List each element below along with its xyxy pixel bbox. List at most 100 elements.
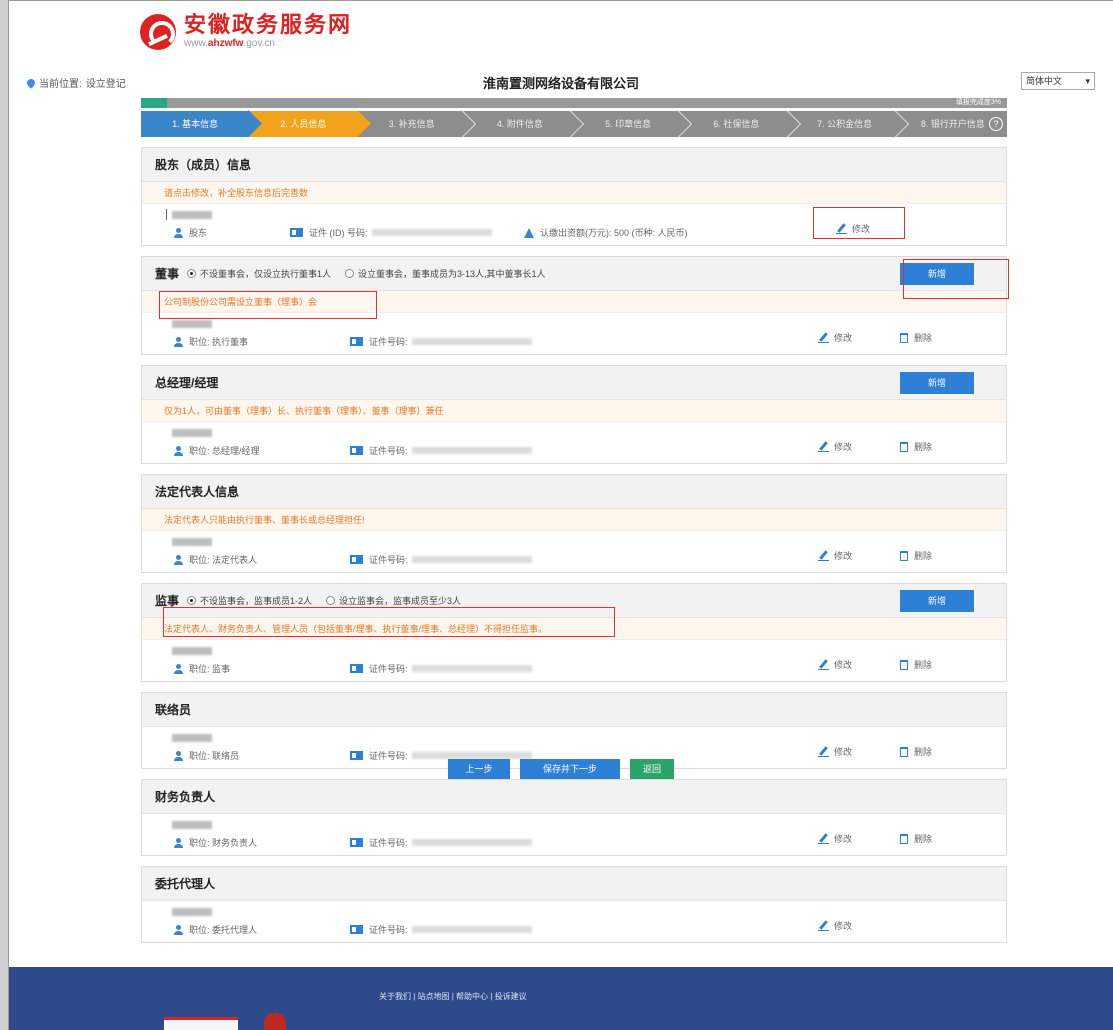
radio-no-board-of-supervisors[interactable] (187, 596, 197, 605)
person-icon (174, 336, 183, 347)
edit-button[interactable]: 修改 (818, 832, 852, 845)
progress-bar: 填报完成度3% (141, 98, 1007, 108)
edit-icon (818, 920, 829, 931)
section-title: 财务负责人 (155, 790, 216, 804)
section-note: 法定代表人只能由执行董事、董事长或总经理担任! (142, 509, 1006, 531)
list-item: 股东 证件 (ID) 号码: 认缴出资额(万元): 500 (币种: 人民币) … (142, 204, 1006, 245)
section-note: 仅为1人，可由董事（理事）长、执行董事（理事）、董事（理事）兼任 (142, 400, 1006, 422)
person-name-redacted (172, 538, 212, 546)
trash-icon (900, 833, 908, 844)
edit-icon (818, 746, 829, 757)
step-personnel-info[interactable]: 2. 人员信息 (249, 111, 358, 137)
company-name: 淮南置测网络设备有限公司 (482, 76, 639, 91)
section-note: 请点击修改，补全股东信息后完善数 (142, 182, 1006, 204)
edit-button[interactable]: 修改 (818, 919, 852, 932)
save-and-next-button[interactable]: 保存并下一步 (520, 759, 620, 779)
radio-board[interactable] (345, 269, 355, 278)
section-liaison: 联络员 职位: 联络员 证件号码: 修改 删除 (141, 692, 1007, 769)
person-icon (174, 445, 183, 456)
section-title: 法定代表人信息 (155, 485, 240, 499)
edit-button[interactable]: 修改 (818, 331, 852, 344)
section-title: 董事 (155, 267, 180, 281)
footer-links[interactable]: 关于我们 | 站点地图 | 帮助中心 | 投诉建议 (379, 991, 527, 1002)
step-housing-fund-info[interactable]: 7. 公积金信息 (791, 111, 899, 137)
edit-icon (818, 332, 829, 343)
footer-badge-emblem[interactable] (264, 1013, 286, 1030)
delete-button[interactable]: 删除 (900, 832, 932, 845)
back-button[interactable]: 返回 (630, 759, 674, 779)
footer-badge-gov[interactable] (164, 1017, 238, 1030)
list-item: 职位: 监事 证件号码: 修改 删除 (142, 640, 1006, 681)
delete-button[interactable]: 删除 (900, 745, 932, 758)
section-title: 监事 (155, 594, 180, 608)
delete-button[interactable]: 删除 (900, 549, 932, 562)
step-attachment-info[interactable]: 4. 附件信息 (466, 111, 574, 137)
edit-icon (818, 441, 829, 452)
delete-button[interactable]: 删除 (900, 331, 932, 344)
edit-button[interactable]: 修改 (818, 745, 852, 758)
section-authorized-agent: 委托代理人 职位: 委托代理人 证件号码: 修改 (141, 866, 1007, 943)
progress-label: 填报完成度3% (955, 99, 1001, 106)
supervisor-mode-radio: 不设监事会，监事成员1-2人 设立监事会，监事成员至少3人 (187, 594, 461, 607)
section-shareholder: 股东（成员）信息 请点击修改，补全股东信息后完善数 股东 证件 (ID) 号码:… (141, 147, 1007, 246)
help-icon[interactable]: ? (989, 117, 1003, 131)
person-name-redacted (172, 211, 212, 219)
trash-icon (900, 659, 908, 670)
edit-icon (818, 833, 829, 844)
step-supplementary-info[interactable]: 3. 补充信息 (358, 111, 466, 137)
edit-icon (836, 223, 847, 234)
edit-button[interactable]: 修改 (818, 440, 852, 453)
step-nav: 1. 基本信息 2. 人员信息 3. 补充信息 4. 附件信息 5. 印章信息 … (141, 111, 1007, 137)
trash-icon (900, 550, 908, 561)
delete-button[interactable]: 删除 (900, 440, 932, 453)
person-name-redacted (172, 908, 212, 916)
person-icon (174, 663, 183, 674)
radio-no-board[interactable] (187, 269, 197, 278)
step-basic-info[interactable]: 1. 基本信息 (141, 111, 250, 137)
section-finance-officer: 财务负责人 职位: 财务负责人 证件号码: 修改 删除 (141, 779, 1007, 856)
edit-button[interactable]: 修改 (818, 658, 852, 671)
personnel-form: 股东（成员）信息 请点击修改，补全股东信息后完善数 股东 证件 (ID) 号码:… (141, 147, 1009, 953)
add-director-button[interactable]: 新增 (900, 263, 974, 285)
edit-icon (818, 659, 829, 670)
person-icon (174, 227, 183, 238)
step-bank-account-info[interactable]: 8. 银行开户信息? (899, 111, 1007, 137)
form-actions: 上一步 保存并下一步 返回 (9, 759, 1113, 779)
prev-step-button[interactable]: 上一步 (448, 759, 510, 779)
section-supervisor: 监事 不设监事会，监事成员1-2人 设立监事会，监事成员至少3人 新增 法定代表… (141, 583, 1007, 682)
section-title: 总经理/经理 (155, 376, 219, 390)
radio-board-of-supervisors[interactable] (326, 596, 336, 605)
trash-icon (900, 332, 908, 343)
id-card-icon (350, 337, 363, 346)
edit-button[interactable]: 修改 (836, 222, 870, 235)
trash-icon (900, 441, 908, 452)
site-header: 安徽政务服务网 www.ahzwfw.gov.cn (9, 1, 1113, 65)
delete-button[interactable]: 删除 (900, 658, 932, 671)
step-social-security-info[interactable]: 6. 社保信息 (682, 111, 790, 137)
id-card-icon (350, 664, 363, 673)
list-item: 职位: 执行董事 证件号码: 修改 删除 (142, 313, 1006, 354)
add-supervisor-button[interactable]: 新增 (900, 590, 974, 612)
trash-icon (900, 746, 908, 757)
step-seal-info[interactable]: 5. 印章信息 (574, 111, 682, 137)
list-item: 职位: 法定代表人 证件号码: 修改 删除 (142, 531, 1006, 572)
person-name-redacted (172, 821, 212, 829)
progress-fill (141, 98, 167, 108)
site-footer: 关于我们 | 站点地图 | 帮助中心 | 投诉建议 (9, 967, 1113, 1030)
section-note: 公司制股份公司需设立董事（理事）会 (142, 291, 1006, 313)
section-legal-representative: 法定代表人信息 法定代表人只能由执行董事、董事长或总经理担任! 职位: 法定代表… (141, 474, 1007, 573)
section-title: 股东（成员）信息 (155, 158, 252, 172)
section-title: 联络员 (155, 703, 192, 717)
edit-icon (818, 550, 829, 561)
add-manager-button[interactable]: 新增 (900, 372, 974, 394)
language-select[interactable]: 简体中文 ▾ (1021, 72, 1095, 90)
site-logo[interactable]: 安徽政务服务网 www.ahzwfw.gov.cn (140, 13, 352, 50)
person-name-redacted (172, 734, 212, 742)
list-item: 职位: 委托代理人 证件号码: 修改 (142, 901, 1006, 942)
person-name-redacted (172, 647, 212, 655)
top-bar: 当前位置: 设立登记 淮南置测网络设备有限公司 简体中文 ▾ (9, 69, 1113, 93)
edit-button[interactable]: 修改 (818, 549, 852, 562)
section-manager: 总经理/经理 新增 仅为1人，可由董事（理事）长、执行董事（理事）、董事（理事）… (141, 365, 1007, 464)
logo-url: www.ahzwfw.gov.cn (184, 38, 275, 49)
person-name-redacted (172, 320, 212, 328)
